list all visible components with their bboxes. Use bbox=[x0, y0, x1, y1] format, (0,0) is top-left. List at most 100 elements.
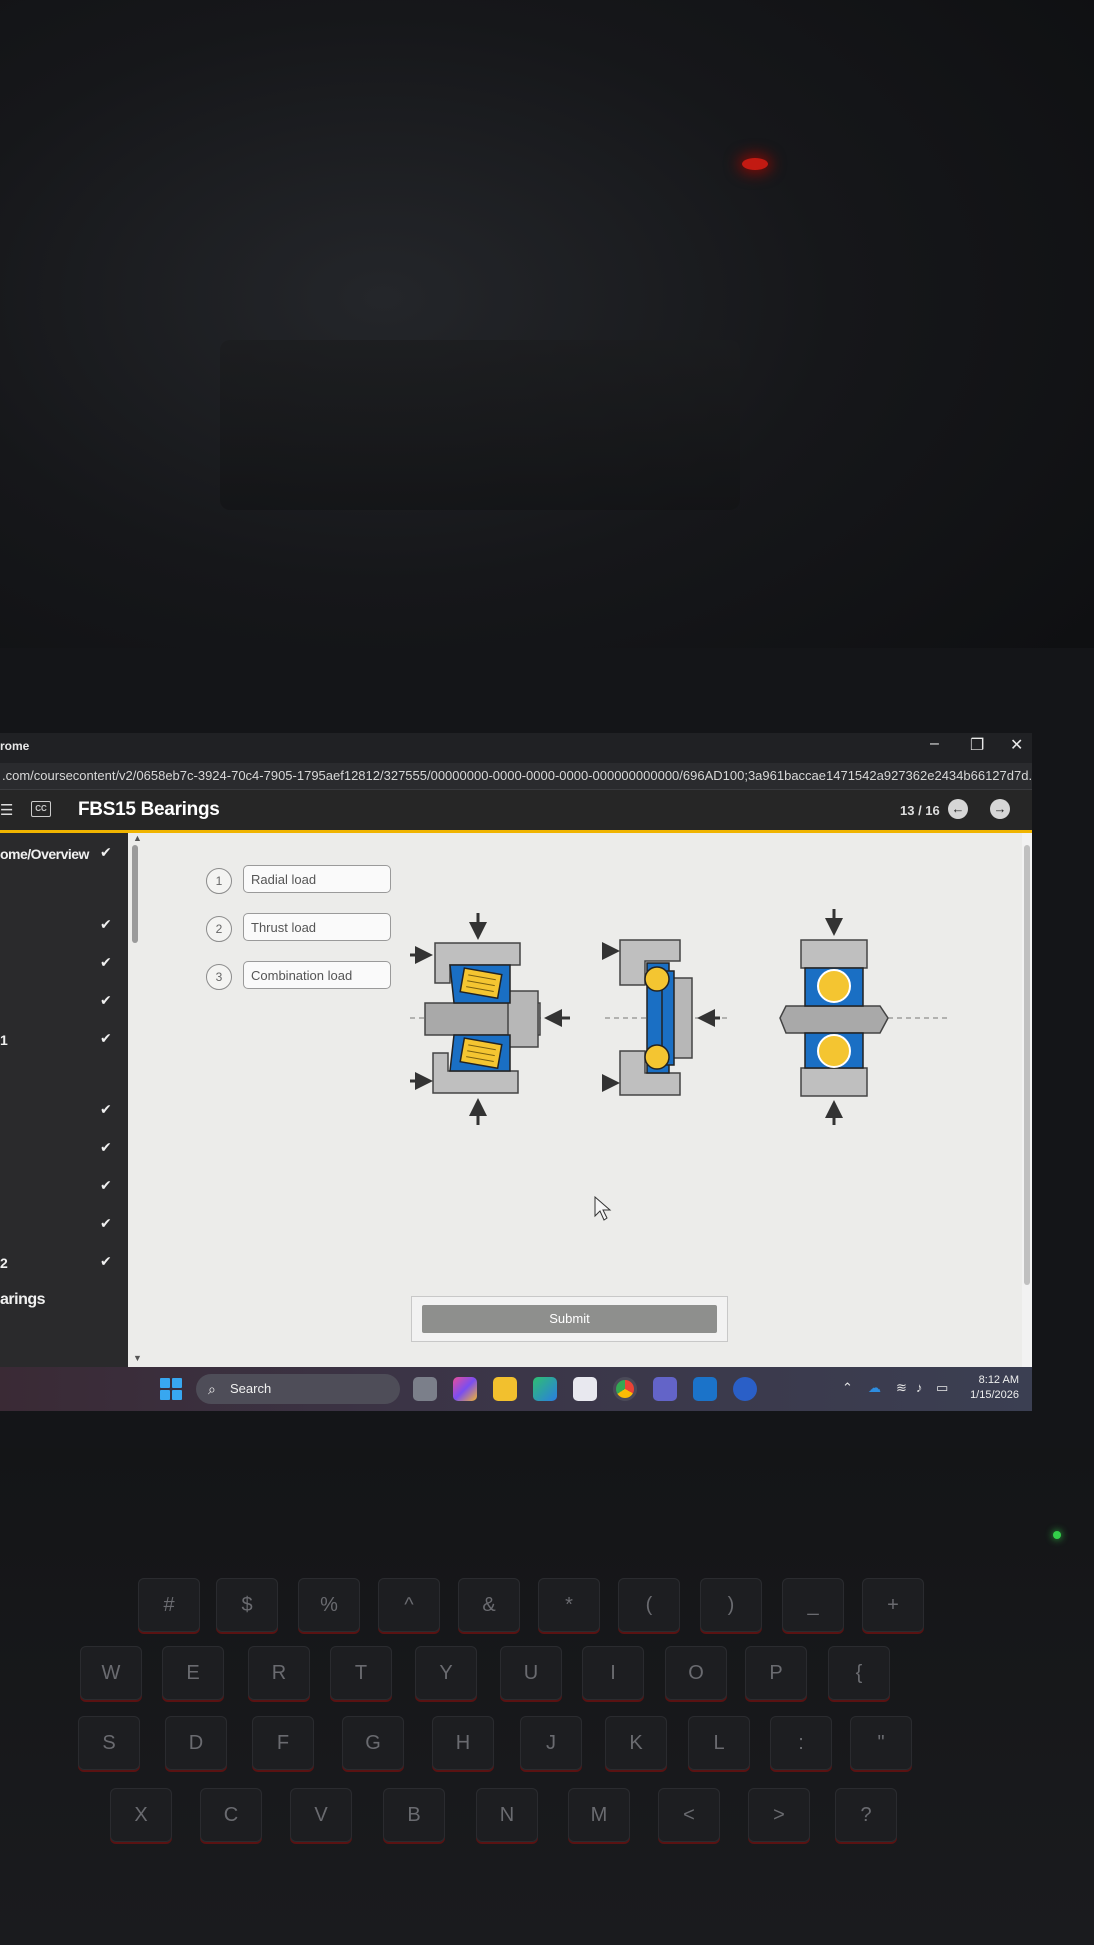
keyboard-key: M bbox=[568, 1788, 630, 1842]
arrow-right-icon: → bbox=[993, 801, 1007, 816]
sidebar-item[interactable]: ✔ bbox=[0, 1100, 120, 1122]
activity-content: 1 Radial load 2 Thrust load 3 Combinatio… bbox=[128, 833, 1024, 1367]
load-label-box[interactable]: Combination load bbox=[243, 961, 391, 989]
volume-icon[interactable]: ♪ bbox=[916, 1380, 923, 1395]
keyboard-key: * bbox=[538, 1578, 600, 1632]
scroll-up-icon[interactable]: ▲ bbox=[133, 833, 142, 843]
keyboard-key: H bbox=[432, 1716, 494, 1770]
sidebar-item[interactable]: ✔ bbox=[0, 1176, 120, 1198]
battery-icon[interactable]: ▭ bbox=[936, 1380, 948, 1396]
keyboard-key: { bbox=[828, 1646, 890, 1700]
laptop-keyboard: # $ % ^ & * ( ) _ + W E R T Y U I O P { … bbox=[0, 1448, 1094, 1945]
arrow-left-icon: ← bbox=[951, 801, 965, 816]
sidebar-item[interactable]: ome/Overview ✔ bbox=[0, 843, 120, 865]
edge-icon[interactable] bbox=[533, 1377, 557, 1401]
page-counter: 13 / 16 bbox=[900, 803, 940, 818]
keyboard-key: " bbox=[850, 1716, 912, 1770]
search-label: Search bbox=[230, 1381, 272, 1396]
copilot-icon[interactable] bbox=[453, 1377, 477, 1401]
onedrive-icon[interactable]: ☁ bbox=[868, 1380, 881, 1396]
minimize-button[interactable]: – bbox=[930, 735, 939, 753]
teams-icon[interactable] bbox=[653, 1377, 677, 1401]
address-bar[interactable]: .com/coursecontent/v2/0658eb7c-3924-70c4… bbox=[0, 763, 1032, 790]
page-scrollbar[interactable] bbox=[1022, 833, 1032, 1367]
outlook-icon[interactable] bbox=[693, 1377, 717, 1401]
background-red-light bbox=[742, 158, 768, 170]
file-explorer-icon[interactable] bbox=[493, 1377, 517, 1401]
check-icon: ✔ bbox=[100, 1030, 112, 1046]
taskbar: ⌕ Search ⌃ ☁ ≋ ♪ ▭ 8:12 AM 1/15/2026 bbox=[0, 1367, 1032, 1411]
number-badge: 1 bbox=[206, 868, 232, 894]
keyboard-key: $ bbox=[216, 1578, 278, 1632]
check-icon: ✔ bbox=[100, 1215, 112, 1231]
check-icon: ✔ bbox=[100, 1177, 112, 1193]
keyboard-key: I bbox=[582, 1646, 644, 1700]
sidebar-item[interactable]: 2 ✔ bbox=[0, 1252, 120, 1274]
sidebar-item[interactable]: ✔ bbox=[0, 1214, 120, 1236]
check-icon: ✔ bbox=[100, 844, 112, 860]
thrust-ball-bearing-diagram[interactable] bbox=[602, 939, 730, 1096]
course-header: ☰ CC FBS15 Bearings 13 / 16 ← → bbox=[0, 790, 1032, 833]
sidebar-item[interactable]: 1 ✔ bbox=[0, 1029, 120, 1051]
keyboard-key: U bbox=[500, 1646, 562, 1700]
radial-ball-bearing-diagram[interactable] bbox=[779, 909, 950, 1125]
prev-page-button[interactable]: ← bbox=[948, 799, 968, 819]
menu-icon[interactable]: ☰ bbox=[0, 801, 13, 819]
keyboard-key: & bbox=[458, 1578, 520, 1632]
keyboard-key: B bbox=[383, 1788, 445, 1842]
keyboard-key: V bbox=[290, 1788, 352, 1842]
keyboard-key: N bbox=[476, 1788, 538, 1842]
chevron-up-icon[interactable]: ⌃ bbox=[842, 1380, 853, 1396]
keyboard-key: % bbox=[298, 1578, 360, 1632]
keyboard-key: J bbox=[520, 1716, 582, 1770]
scrollbar-thumb[interactable] bbox=[1024, 845, 1030, 1285]
background-shelf bbox=[220, 340, 740, 510]
wifi-icon[interactable]: ≋ bbox=[896, 1380, 907, 1396]
webex-icon[interactable] bbox=[733, 1377, 757, 1401]
content-scrollbar[interactable] bbox=[132, 845, 138, 943]
clock-date: 1/15/2026 bbox=[970, 1389, 1019, 1401]
windows-start-icon[interactable] bbox=[160, 1378, 182, 1400]
load-label-box[interactable]: Radial load bbox=[243, 865, 391, 893]
sidebar-item[interactable]: ✔ bbox=[0, 953, 120, 975]
close-button[interactable]: ✕ bbox=[1010, 735, 1023, 755]
keyboard-key: ? bbox=[835, 1788, 897, 1842]
keyboard-key: ( bbox=[618, 1578, 680, 1632]
sidebar-item[interactable]: ✔ bbox=[0, 1138, 120, 1160]
task-view-icon[interactable] bbox=[413, 1377, 437, 1401]
sidebar-item-label: arings bbox=[0, 1291, 46, 1308]
restore-button[interactable]: ❐ bbox=[970, 735, 984, 755]
tapered-roller-bearing-diagram[interactable] bbox=[410, 913, 570, 1125]
submit-button[interactable]: Submit bbox=[422, 1305, 717, 1333]
next-page-button[interactable]: → bbox=[990, 799, 1010, 819]
store-icon[interactable] bbox=[573, 1377, 597, 1401]
keyboard-key: : bbox=[770, 1716, 832, 1770]
closed-captions-icon[interactable]: CC bbox=[31, 801, 51, 817]
sidebar-item-label: ome/Overview bbox=[0, 846, 89, 862]
sidebar-item-label: 2 bbox=[0, 1255, 8, 1271]
keyboard-key: L bbox=[688, 1716, 750, 1770]
check-icon: ✔ bbox=[100, 992, 112, 1008]
app-name: rome bbox=[0, 739, 30, 753]
sidebar-item[interactable]: arings bbox=[0, 1288, 120, 1310]
keyboard-key: > bbox=[748, 1788, 810, 1842]
submit-panel: Submit bbox=[411, 1296, 728, 1342]
check-icon: ✔ bbox=[100, 916, 112, 932]
keyboard-key: E bbox=[162, 1646, 224, 1700]
sidebar-item[interactable]: ✔ bbox=[0, 991, 120, 1013]
scroll-down-icon[interactable]: ▼ bbox=[133, 1353, 142, 1363]
check-icon: ✔ bbox=[100, 1139, 112, 1155]
keyboard-key: C bbox=[200, 1788, 262, 1842]
sidebar-item[interactable]: ✔ bbox=[0, 915, 120, 937]
taskbar-search[interactable]: ⌕ Search bbox=[196, 1374, 400, 1404]
chrome-icon[interactable] bbox=[613, 1377, 637, 1401]
system-clock[interactable]: 8:12 AM 1/15/2026 bbox=[963, 1373, 1019, 1403]
keyboard-key: ^ bbox=[378, 1578, 440, 1632]
number-badge: 3 bbox=[206, 964, 232, 990]
keyboard-key: G bbox=[342, 1716, 404, 1770]
title-bar: rome – ❐ ✕ bbox=[0, 733, 1032, 763]
load-label-box[interactable]: Thrust load bbox=[243, 913, 391, 941]
keyboard-key: _ bbox=[782, 1578, 844, 1632]
bearing-diagrams bbox=[410, 909, 950, 1125]
browser-window: rome – ❐ ✕ .com/coursecontent/v2/0658eb7… bbox=[0, 733, 1032, 1367]
